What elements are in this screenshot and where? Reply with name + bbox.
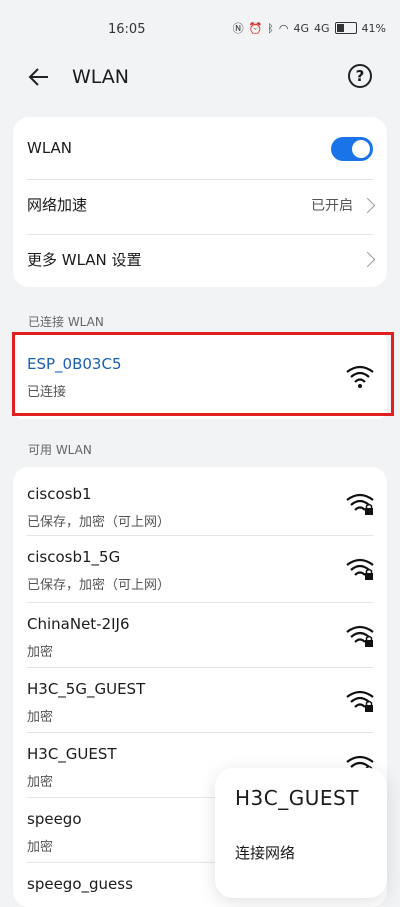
network-acceleration-row[interactable]: 网络加速 已开启	[13, 180, 387, 234]
network-status: 已保存，加密（可上网）	[27, 515, 171, 530]
alarm-icon: ⏰	[248, 21, 263, 35]
status-time: 16:05	[108, 22, 146, 37]
connected-section-label: 已连接 WLAN	[28, 315, 104, 329]
back-arrow-icon[interactable]	[26, 64, 52, 90]
chevron-right-icon	[359, 197, 376, 214]
network-name: speego	[27, 810, 82, 828]
battery-percent: 41%	[361, 21, 386, 35]
highlight-box	[12, 332, 394, 416]
help-icon[interactable]: ?	[348, 64, 372, 88]
popup-network-name: H3C_GUEST	[235, 786, 359, 810]
signal-1-label: 4G	[293, 21, 310, 35]
app-header: WLAN ?	[0, 56, 400, 100]
battery-icon	[334, 22, 357, 34]
wlan-toggle[interactable]	[331, 137, 373, 161]
network-name: speego_guess	[27, 875, 133, 893]
network-item[interactable]: ChinaNet-2IJ6 加密	[13, 603, 387, 667]
network-status: 加密	[27, 775, 54, 790]
wifi-lock-icon	[346, 690, 374, 712]
signal-2-label: 4G	[314, 21, 330, 35]
wlan-label: WLAN	[27, 139, 73, 157]
page-title: WLAN	[72, 66, 130, 88]
bluetooth-icon: ᛒ	[267, 21, 274, 35]
toggle-knob	[352, 140, 370, 158]
wifi-lock-icon	[346, 625, 374, 647]
status-icons: Ⓝ ⏰ ᛒ ◠ 4G 4G 41%	[233, 20, 386, 36]
network-name: ciscosb1_5G	[27, 548, 121, 566]
network-name: H3C_5G_GUEST	[27, 680, 146, 698]
nfc-icon: Ⓝ	[232, 22, 244, 35]
more-wlan-settings-row[interactable]: 更多 WLAN 设置	[13, 235, 387, 287]
network-name: ChinaNet-2IJ6	[27, 615, 130, 633]
chevron-right-icon	[359, 251, 376, 268]
wlan-toggle-row[interactable]: WLAN	[13, 117, 387, 179]
network-popup-menu: H3C_GUEST 连接网络	[215, 768, 387, 898]
connect-network-button[interactable]: 连接网络	[235, 842, 295, 863]
network-status: 加密	[27, 645, 54, 660]
network-name: ciscosb1	[27, 485, 92, 503]
wifi-status-icon: ◠	[278, 21, 289, 35]
network-acceleration-label: 网络加速	[27, 196, 88, 214]
network-item[interactable]: ciscosb1 已保存，加密（可上网）	[13, 467, 387, 535]
network-acceleration-value: 已开启	[311, 198, 353, 214]
network-status: 加密	[27, 710, 54, 725]
wifi-lock-icon	[346, 558, 374, 580]
network-item[interactable]: H3C_5G_GUEST 加密	[13, 668, 387, 732]
network-item[interactable]: ciscosb1_5G 已保存，加密（可上网）	[13, 536, 387, 602]
available-section-label: 可用 WLAN	[28, 443, 92, 457]
settings-card: WLAN 网络加速 已开启 更多 WLAN 设置	[13, 117, 387, 287]
more-wlan-settings-label: 更多 WLAN 设置	[27, 251, 142, 269]
wifi-lock-icon	[346, 493, 374, 515]
network-name: H3C_GUEST	[27, 745, 117, 763]
network-status: 已保存，加密（可上网）	[27, 578, 171, 593]
status-bar: 16:05 Ⓝ ⏰ ᛒ ◠ 4G 4G 41%	[0, 0, 400, 56]
network-status: 加密	[27, 840, 54, 855]
